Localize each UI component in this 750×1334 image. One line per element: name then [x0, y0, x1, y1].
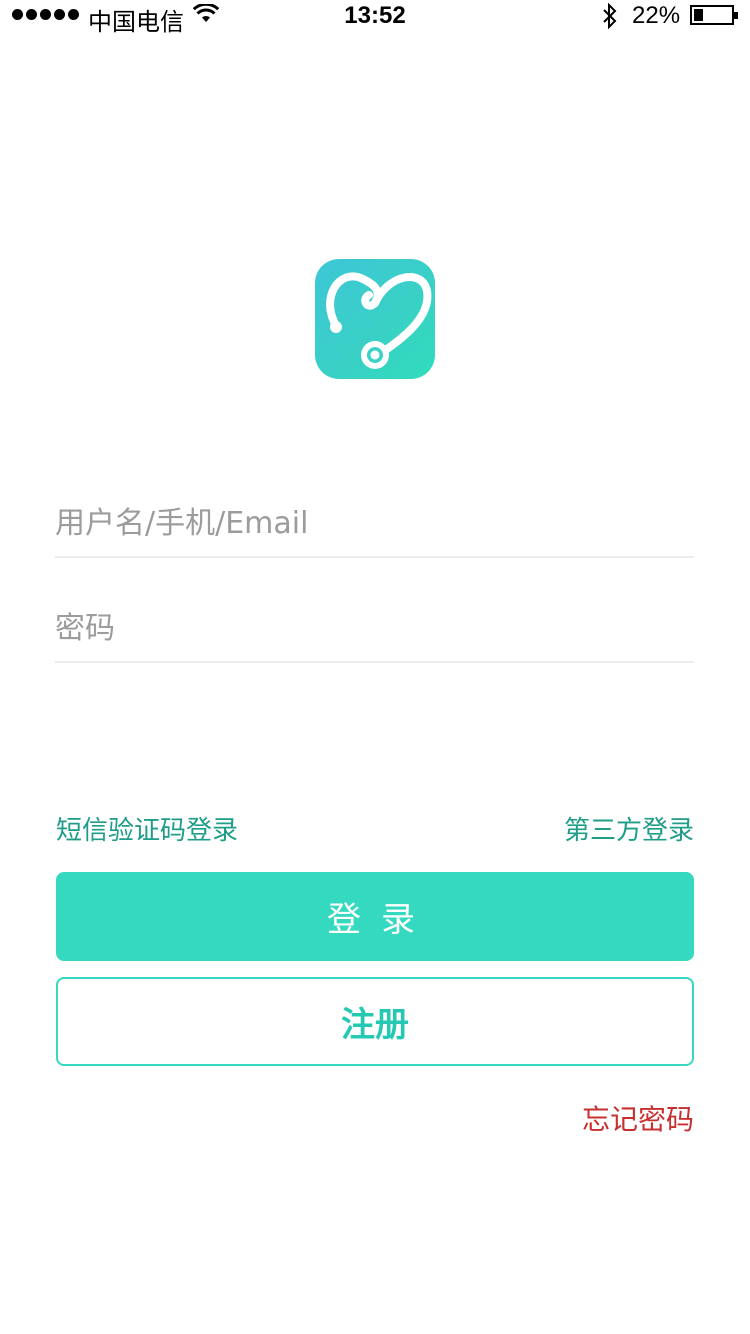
register-button[interactable]: 注册: [56, 977, 694, 1066]
battery-icon: [690, 5, 738, 25]
status-bar: 中国电信 13:52 22%: [0, 0, 750, 36]
login-button-label: 登录: [327, 900, 435, 940]
username-field: [55, 490, 694, 558]
username-input[interactable]: [55, 490, 694, 556]
stethoscope-heart-icon: [326, 272, 432, 369]
forgot-password-link[interactable]: 忘记密码: [582, 1098, 694, 1138]
password-field: [55, 596, 694, 663]
password-input[interactable]: [55, 596, 694, 661]
sms-login-link[interactable]: 短信验证码登录: [56, 810, 238, 847]
battery-percentage: 22%: [632, 2, 681, 29]
app-logo: [315, 259, 435, 379]
login-button[interactable]: 登录: [56, 872, 694, 961]
register-button-label: 注册: [341, 1005, 409, 1045]
bluetooth-icon: [603, 3, 617, 29]
third-party-login-link[interactable]: 第三方登录: [564, 810, 694, 847]
